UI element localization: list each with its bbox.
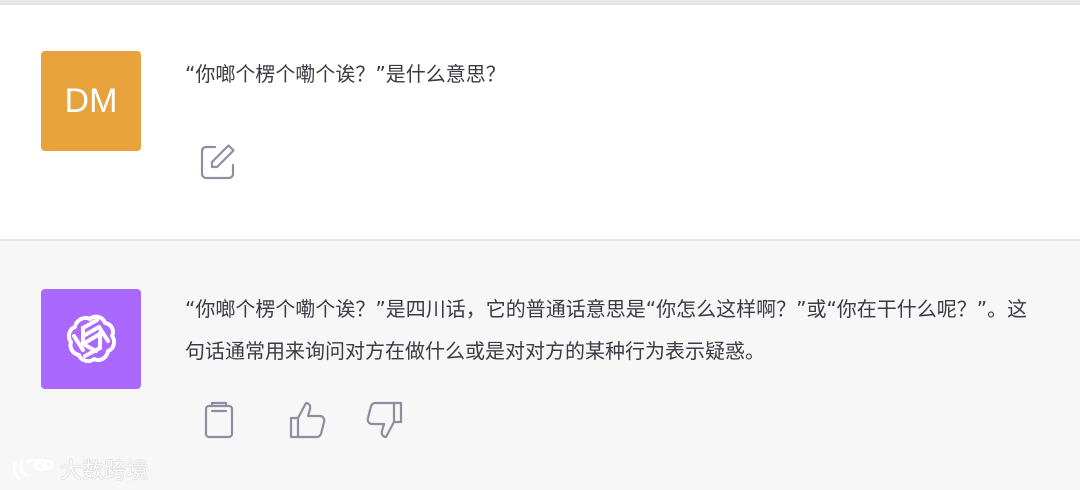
assistant-message-actions: [197, 398, 407, 442]
user-message-actions: [195, 138, 241, 184]
like-button[interactable]: [285, 398, 329, 442]
user-avatar-initials: DM: [64, 81, 118, 120]
chat-page: DM “你啷个楞个嘞个诶？”是什么意思？ “你啷个楞个嘞个诶？”是四川话，它的普…: [0, 0, 1080, 490]
user-message-row: DM “你啷个楞个嘞个诶？”是什么意思？: [0, 5, 1080, 239]
assistant-message-text: “你啷个楞个嘞个诶？”是四川话，它的普通话意思是“你怎么这样啊？”或“你在干什么…: [185, 297, 1028, 363]
dislike-button[interactable]: [363, 398, 407, 442]
openai-logo-icon: [66, 314, 117, 364]
thumbs-up-icon: [289, 401, 326, 439]
watermark: 大数跨境: [8, 453, 148, 485]
user-avatar: DM: [41, 51, 141, 151]
assistant-message-row: “你啷个楞个嘞个诶？”是四川话，它的普通话意思是“你怎么这样啊？”或“你在干什么…: [0, 239, 1080, 490]
copy-button[interactable]: [197, 398, 241, 442]
assistant-avatar: [41, 289, 141, 389]
user-message-text: “你啷个楞个嘞个诶？”是什么意思？: [185, 62, 506, 86]
watermark-text: 大数跨境: [60, 459, 149, 484]
edit-button[interactable]: [195, 138, 241, 184]
edit-icon: [200, 144, 235, 180]
watermark-logo-icon: [12, 458, 54, 480]
thumbs-down-icon: [366, 401, 403, 439]
clipboard-icon: [204, 401, 234, 439]
